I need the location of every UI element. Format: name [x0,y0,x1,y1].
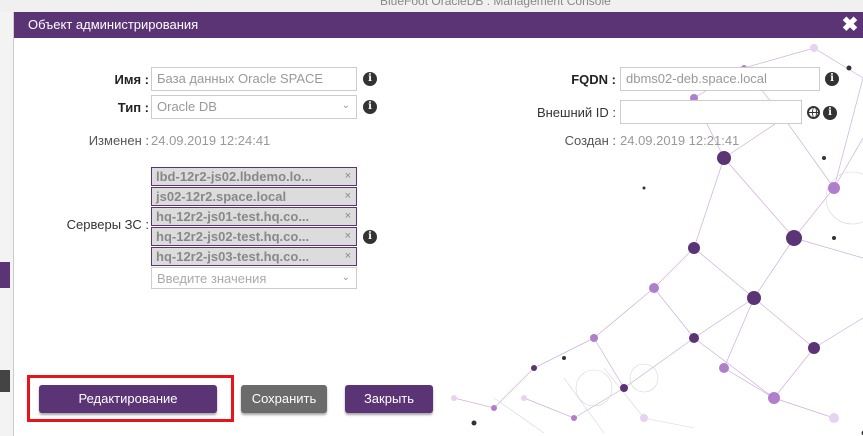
chevron-down-icon: ⌄ [341,100,350,111]
server-tag-label: hq-12r2-js03-test.hq.co... [156,249,310,264]
server-tag: hq-12r2-js03-test.hq.co... × [151,247,357,266]
modified-label: Изменен : [88,133,149,148]
type-select-value: Oracle DB [157,99,217,114]
close-icon[interactable]: ✖ [839,14,861,36]
remove-tag-icon[interactable]: × [345,190,351,202]
background-sidebar-marker [0,370,10,392]
server-tag-label: lbd-12r2-js02.lbdemo.lo... [156,169,313,184]
server-tag-label: js02-12r2.space.local [156,189,287,204]
globe-icon[interactable] [807,106,820,119]
name-field[interactable]: База данных Oracle SPACE [151,67,357,91]
close-button[interactable]: Закрыть [345,385,433,413]
external-id-input[interactable] [620,100,802,124]
info-icon[interactable]: i [363,72,377,86]
background-header-text: BlueFoot OracleDB : Management Console [380,0,611,8]
type-select[interactable]: Oracle DB ⌄ [151,95,357,119]
created-value: 24.09.2019 12:21:41 [620,133,740,148]
info-icon[interactable]: i [363,230,377,244]
fqdn-label: FQDN : [571,72,616,87]
server-tag: lbd-12r2-js02.lbdemo.lo... × [151,167,357,186]
server-tag-label: hq-12r2-js01-test.hq.co... [156,209,310,224]
server-tag: hq-12r2-js02-test.hq.co... × [151,227,357,246]
info-icon[interactable]: i [363,100,377,114]
info-icon[interactable]: i [825,72,839,86]
remove-tag-icon[interactable]: × [345,250,351,262]
modified-value: 24.09.2019 12:24:41 [151,133,271,148]
fqdn-field[interactable]: dbms02-deb.space.local [620,67,820,91]
edit-button-highlight [27,375,234,422]
server-tag-label: hq-12r2-js02-test.hq.co... [156,229,310,244]
external-id-label: Внешний ID : [536,105,616,120]
admin-object-dialog: Объект администрирования ✖ Имя : База да… [14,12,863,436]
remove-tag-icon[interactable]: × [345,230,351,242]
remove-tag-icon[interactable]: × [345,170,351,182]
server-tag: js02-12r2.space.local × [151,187,357,206]
remove-tag-icon[interactable]: × [345,210,351,222]
decorative-network-illustration [451,44,863,436]
save-button[interactable]: Сохранить [241,385,327,413]
info-icon[interactable]: i [823,106,837,120]
chevron-down-icon: ⌄ [341,272,350,283]
servers-input-placeholder: Введите значения [157,271,267,286]
server-tag: hq-12r2-js01-test.hq.co... × [151,207,357,226]
background-sidebar-marker [0,262,10,288]
background-header: BlueFoot OracleDB : Management Console [0,0,863,12]
servers-multiselect[interactable]: lbd-12r2-js02.lbdemo.lo... × js02-12r2.s… [151,167,357,289]
type-label: Тип : [117,100,149,115]
servers-search-input[interactable]: Введите значения ⌄ [151,267,357,289]
dialog-title: Объект администрирования [28,17,199,32]
servers-label: Серверы ЗС : [66,217,149,232]
name-label: Имя : [114,72,150,87]
dialog-titlebar: Объект администрирования ✖ [14,12,863,38]
created-label: Создан : [564,133,616,148]
